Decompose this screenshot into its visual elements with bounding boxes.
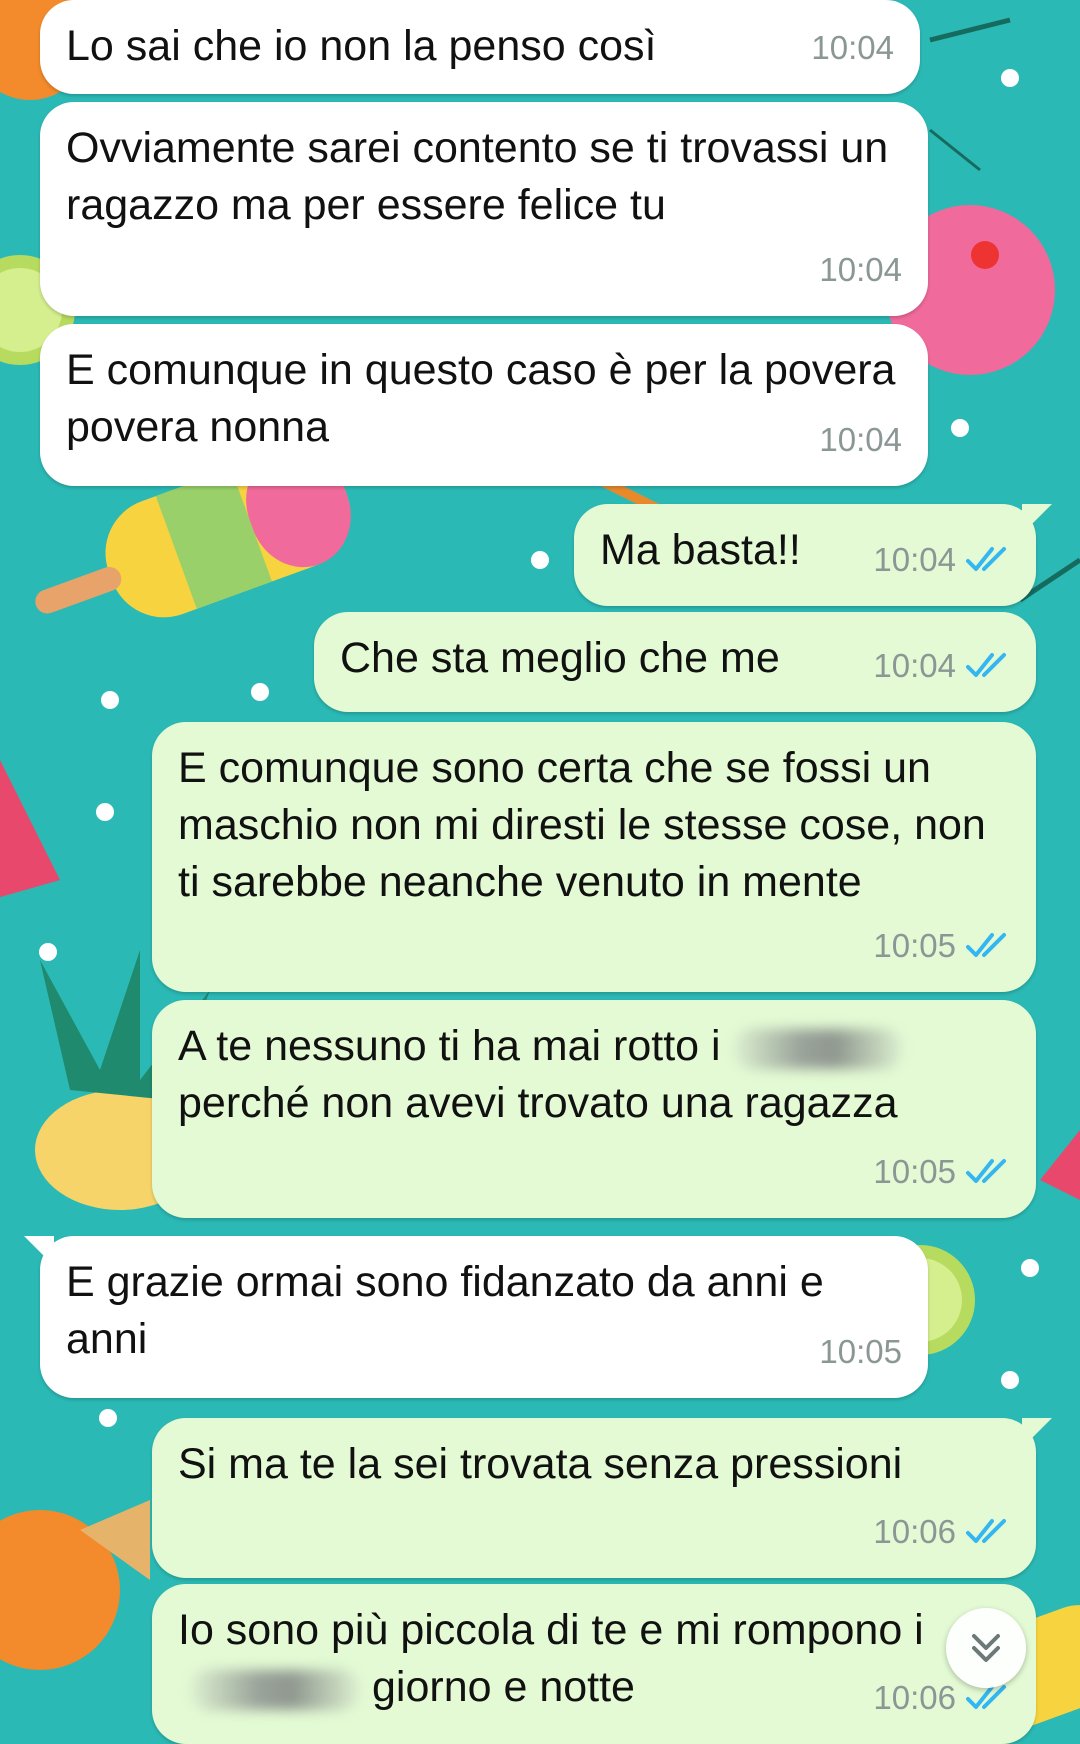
chevron-double-down-icon [972,1634,1000,1662]
message-timestamp: 10:04 [819,241,902,298]
double-check-icon [966,1158,1006,1183]
bubble-tail [24,1236,54,1266]
incoming-message-bubble[interactable]: E comunque in questo caso è per la pover… [40,324,928,486]
outgoing-message-bubble[interactable]: Che sta meglio che me 10:04 [314,612,1036,712]
timestamp-text: 10:04 [819,421,902,458]
timestamp-text: 10:06 [873,1513,956,1550]
timestamp-text: 10:04 [819,251,902,288]
message-text: Si ma te la sei trovata senza pressioni [178,1440,903,1488]
message-text: E comunque in questo caso è per la pover… [66,346,908,451]
double-check-icon [966,932,1006,957]
message-text: Lo sai che io non la penso così [66,22,657,70]
message-timestamp: 10:04 [873,531,1010,588]
timestamp-text: 10:05 [873,1153,956,1190]
message-timestamp: 10:06 [873,1503,1010,1560]
incoming-message-bubble[interactable]: E grazie ormai sono fidanzato da anni e … [24,1236,928,1398]
censored-word [190,1669,360,1710]
incoming-message-bubble[interactable]: Lo sai che io non la penso così 10:04 [40,0,920,94]
timestamp-text: 10:05 [873,927,956,964]
timestamp-text: 10:04 [873,647,956,684]
message-timestamp: 10:04 [873,637,1010,694]
outgoing-message-bubble[interactable]: A te nessuno ti ha mai rotto i perché non… [152,1000,1036,1218]
message-timestamp: 10:05 [819,1323,902,1380]
message-text: Ovviamente sarei contento se ti trovassi… [66,124,901,229]
timestamp-text: 10:04 [811,29,894,66]
message-timestamp: 10:04 [819,411,902,468]
timestamp-text: 10:05 [819,1333,902,1370]
message-text: E comunque sono certa che se fossi un ma… [178,744,998,906]
message-text-before: A te nessuno ti ha mai rotto i [178,1022,721,1070]
message-timestamp: 10:05 [873,1143,1010,1200]
timestamp-text: 10:04 [873,541,956,578]
outgoing-message-bubble[interactable]: Io sono più piccola di te e mi rompono i… [152,1584,1036,1744]
message-text-after: giorno e notte [372,1663,635,1711]
censored-word [732,1028,903,1069]
scroll-to-bottom-button[interactable] [946,1608,1026,1688]
message-text: E grazie ormai sono fidanzato da anni e … [66,1258,836,1363]
outgoing-message-bubble[interactable]: Ma basta!! 10:04 [574,504,1052,606]
double-check-icon [966,546,1006,571]
message-timestamp: 10:04 [811,19,894,76]
bubble-tail [1022,504,1052,534]
outgoing-message-bubble[interactable]: E comunque sono certa che se fossi un ma… [152,722,1036,992]
message-text-after: perché non avevi trovato una ragazza [178,1079,898,1127]
timestamp-text: 10:06 [873,1679,956,1716]
message-text-before: Io sono più piccola di te e mi rompono i [178,1606,924,1654]
double-check-icon [966,1518,1006,1543]
incoming-message-bubble[interactable]: Ovviamente sarei contento se ti trovassi… [40,102,928,316]
outgoing-message-bubble[interactable]: Si ma te la sei trovata senza pressioni 1… [152,1418,1052,1578]
double-check-icon [966,652,1006,677]
message-timestamp: 10:05 [873,917,1010,974]
bubble-tail [1022,1418,1052,1448]
message-text: A te nessuno ti ha mai rotto i perché non… [178,1018,1010,1132]
